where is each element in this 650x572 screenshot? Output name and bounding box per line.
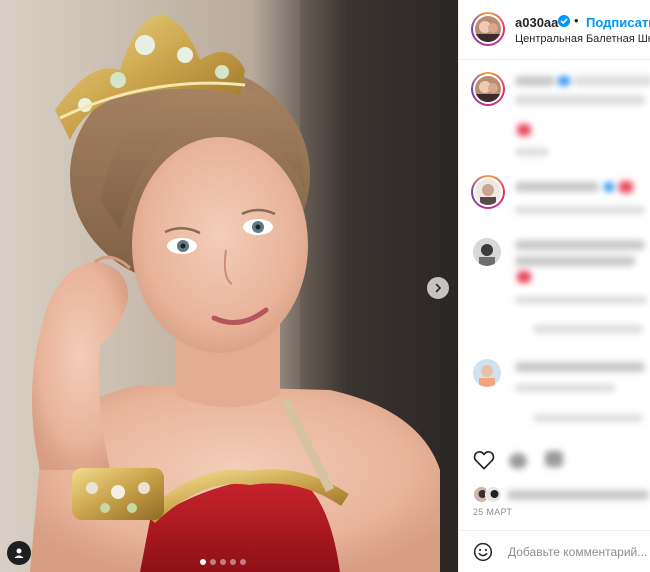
post-photo: [30, 14, 440, 572]
avatar: [485, 486, 502, 503]
follow-button[interactable]: Подписаться: [586, 15, 650, 30]
post-media[interactable]: [0, 0, 458, 572]
heart-icon[interactable]: [473, 450, 495, 470]
comment-input[interactable]: [508, 543, 648, 561]
carousel-dot: [240, 559, 246, 565]
post-header: a030aa • Подписаться Центральная Балетна…: [459, 0, 650, 60]
username-link[interactable]: a030aa: [515, 15, 558, 30]
separator-dot: •: [574, 13, 579, 28]
comment-avatar[interactable]: [473, 359, 501, 387]
user-tag-icon: [14, 548, 24, 558]
carousel-indicator: [200, 559, 246, 565]
avatar-image: [475, 16, 501, 42]
comment-avatar[interactable]: [471, 175, 505, 209]
chevron-right-icon: [435, 283, 442, 293]
location-link[interactable]: Центральная Балетная Школа: [515, 33, 650, 45]
post-sidebar: a030aa • Подписаться Центральная Балетна…: [458, 0, 650, 572]
comment-avatar[interactable]: [473, 238, 501, 266]
carousel-dot: [200, 559, 206, 565]
instagram-post-view: a030aa • Подписаться Центральная Балетна…: [0, 0, 650, 572]
verified-badge-icon: [558, 15, 570, 27]
carousel-dot: [230, 559, 236, 565]
comment-composer: [459, 530, 650, 572]
emoji-smile-icon[interactable]: [473, 542, 493, 562]
tagged-users-button[interactable]: [7, 541, 31, 565]
caption-avatar[interactable]: [471, 72, 505, 106]
next-slide-button[interactable]: [427, 277, 449, 299]
avatar[interactable]: [471, 12, 505, 46]
post-date[interactable]: 25 МАРТ: [473, 507, 512, 517]
carousel-dot: [220, 559, 226, 565]
carousel-dot: [210, 559, 216, 565]
